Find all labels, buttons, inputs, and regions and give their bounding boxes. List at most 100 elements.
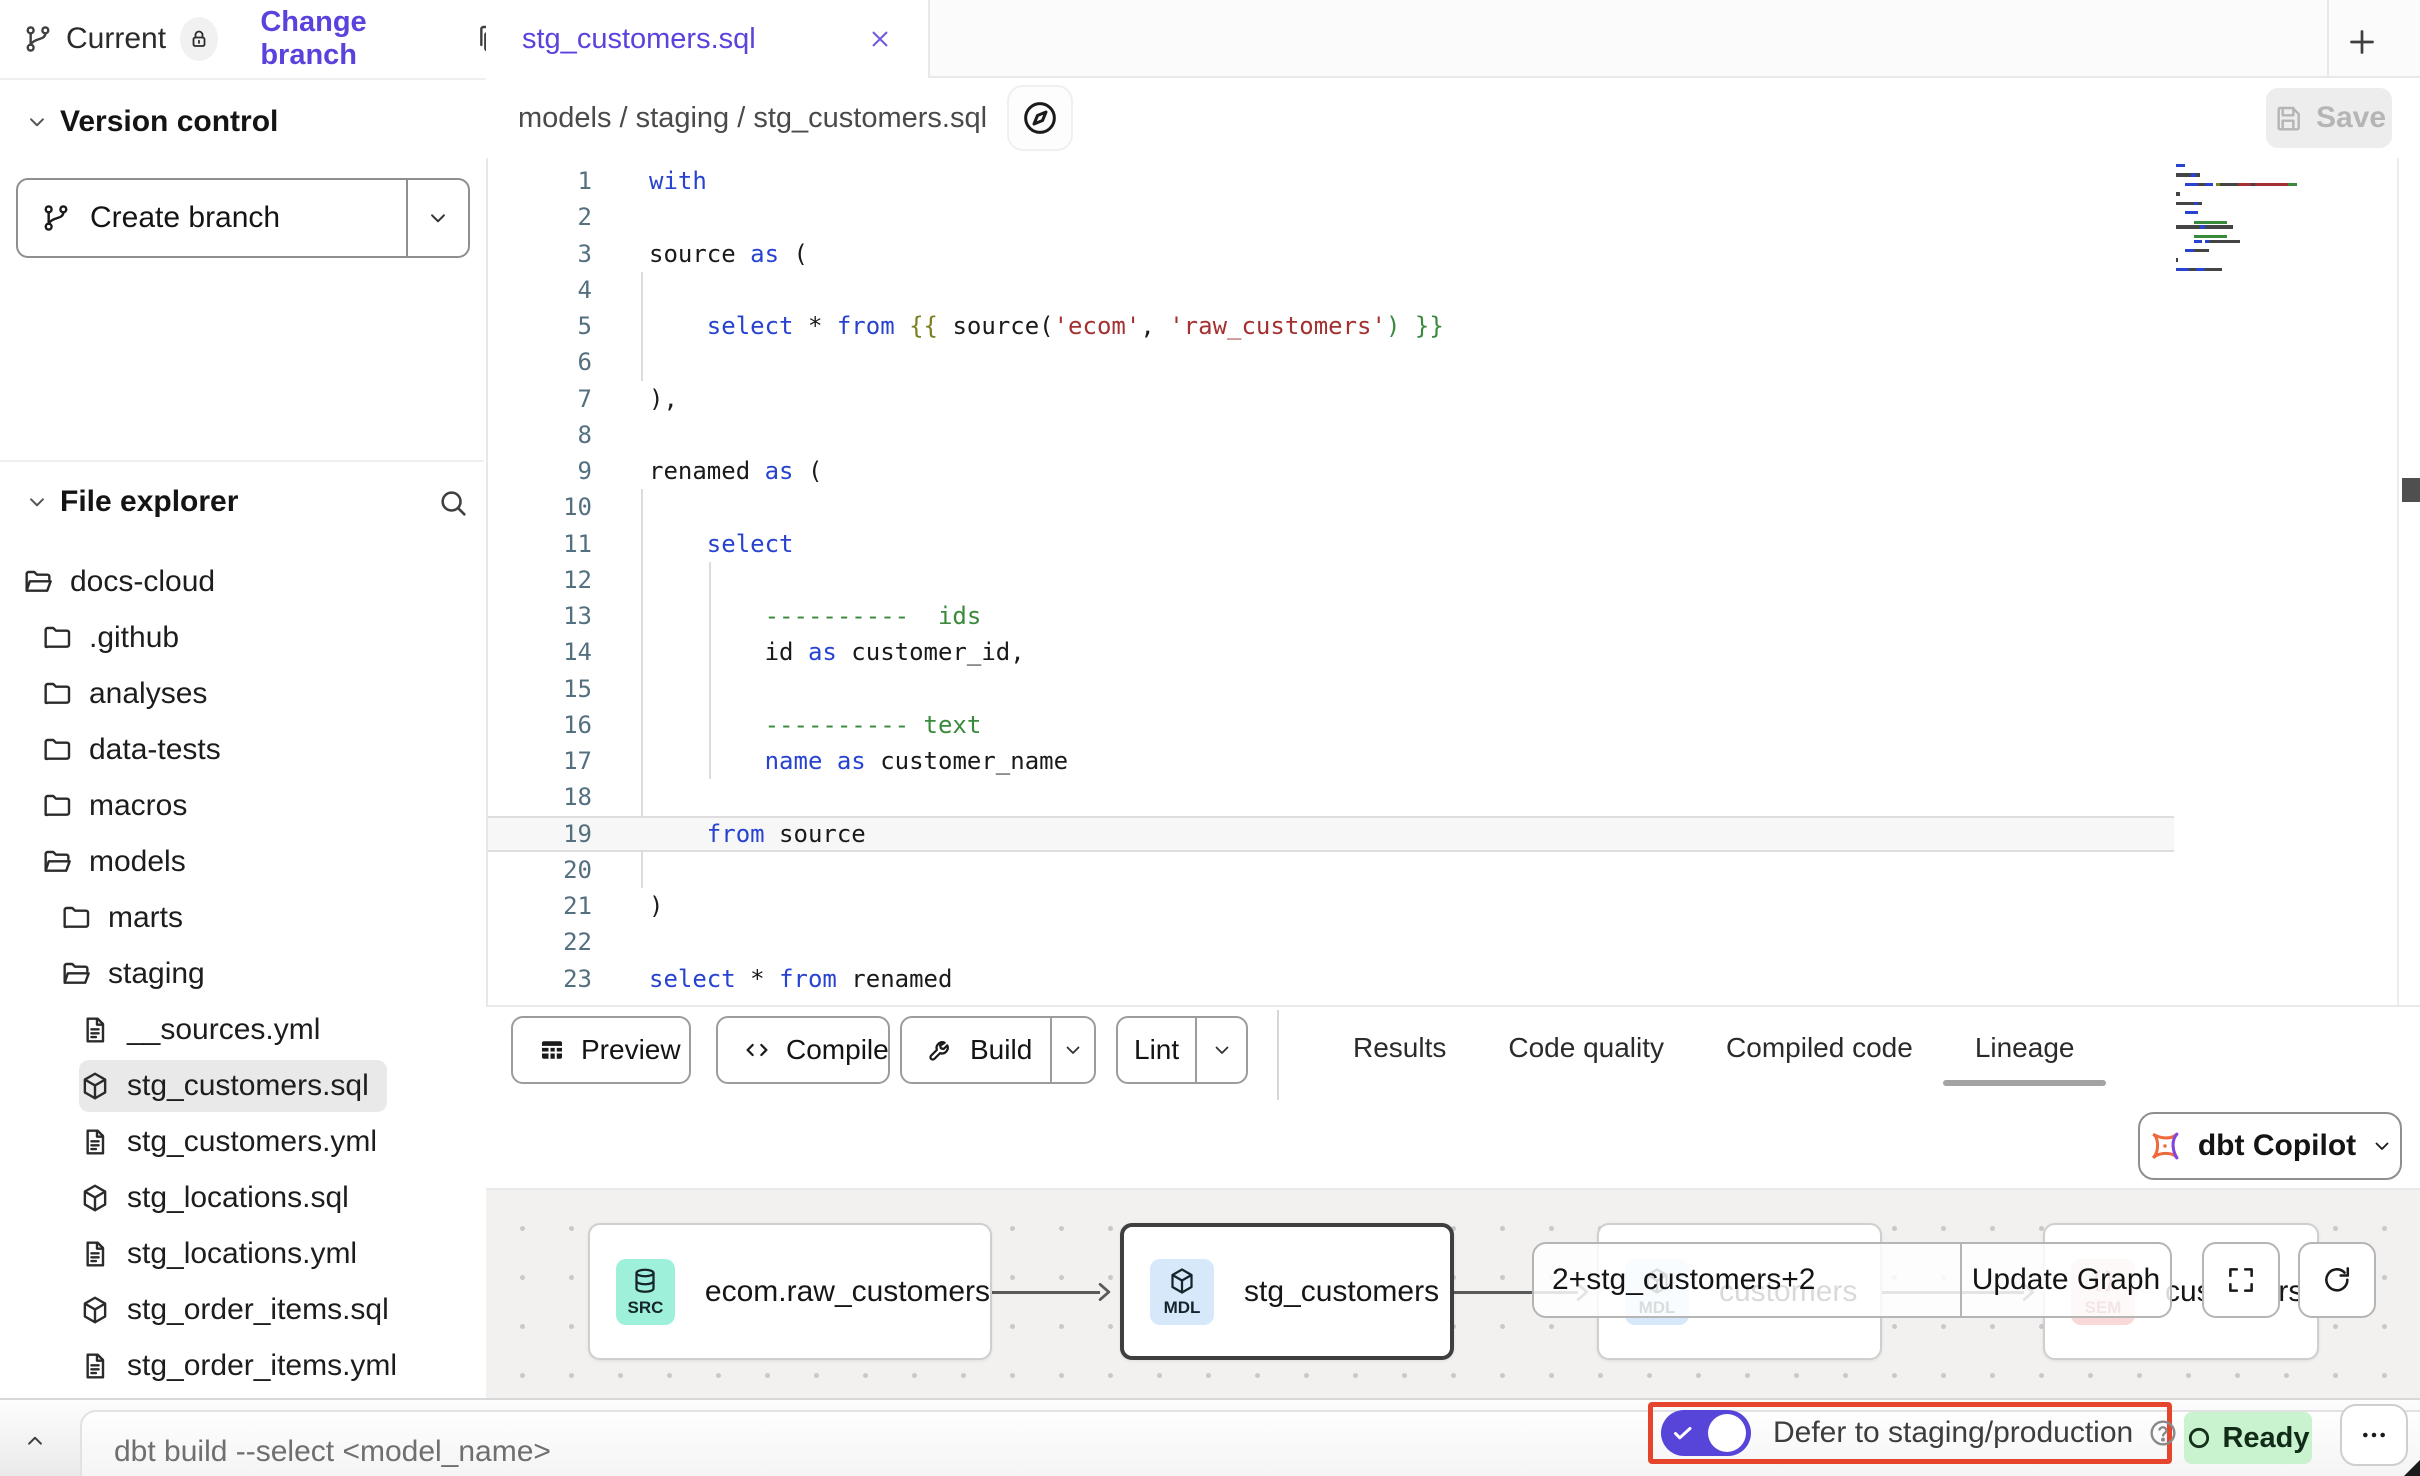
code-line-2[interactable]: 2 xyxy=(488,199,2174,235)
code-line-18[interactable]: 18 xyxy=(488,779,2174,815)
code-editor[interactable]: 1with23source as (45 select * from {{ so… xyxy=(488,158,2420,1005)
copilot-compass-button[interactable] xyxy=(1009,87,1071,149)
code-line-9[interactable]: 9renamed as ( xyxy=(488,453,2174,489)
code-line-10[interactable]: 10 xyxy=(488,489,2174,525)
change-branch-link[interactable]: Change branch xyxy=(260,6,444,72)
tree-item--sources-yml[interactable]: __sources.yml xyxy=(0,1002,484,1058)
arrowhead-icon xyxy=(1098,1282,1111,1302)
lineage-panel[interactable]: SRCecom.raw_customersMDLstg_customersMDL… xyxy=(486,1190,2420,1398)
dbt-copilot-button[interactable]: dbt Copilot xyxy=(2138,1112,2402,1180)
minimap-line xyxy=(2176,268,2222,271)
tree-item-docs-cloud[interactable]: docs-cloud xyxy=(0,554,484,610)
node-label: stg_customers xyxy=(1244,1275,1439,1309)
lineage-selector-input[interactable]: 2+stg_customers+2 xyxy=(1534,1244,1962,1316)
tab-bar xyxy=(930,0,2420,78)
lineage-node-ecom-raw-customers[interactable]: SRCecom.raw_customers xyxy=(588,1223,992,1360)
table-icon xyxy=(537,1035,567,1065)
code-line-4[interactable]: 4 xyxy=(488,272,2174,308)
code-line-7[interactable]: 7), xyxy=(488,381,2174,417)
lineage-node-stg-customers[interactable]: MDLstg_customers xyxy=(1120,1223,1454,1360)
tree-item-stg-customers-yml[interactable]: stg_customers.yml xyxy=(0,1114,484,1170)
panel-tab-compiled-code[interactable]: Compiled code xyxy=(1726,1032,1913,1064)
help-icon[interactable] xyxy=(2147,1417,2179,1449)
defer-label: Defer to staging/production xyxy=(1773,1416,2133,1450)
tab-stg-customers[interactable]: stg_customers.sql xyxy=(486,0,930,78)
chevron-up-icon[interactable] xyxy=(22,1428,48,1454)
update-graph-button[interactable]: Update Graph xyxy=(1962,1244,2170,1316)
compile-label: Compile xyxy=(786,1034,889,1066)
scrollbar-handle[interactable] xyxy=(2402,478,2420,502)
code-line-19[interactable]: 19 from source xyxy=(488,816,2174,852)
file-explorer-header[interactable]: File explorer xyxy=(24,482,238,522)
tree-item-staging[interactable]: staging xyxy=(0,946,484,1002)
dbt-cloud-ide: Current Change branch Version control Cr… xyxy=(0,0,2420,1476)
create-branch-dropdown[interactable] xyxy=(406,180,468,256)
more-options-button[interactable] xyxy=(2340,1404,2408,1466)
code-line-16[interactable]: 16 ---------- text xyxy=(488,707,2174,743)
tree-item-stg-order-items-yml[interactable]: stg_order_items.yml xyxy=(0,1338,484,1394)
code-line-1[interactable]: 1with xyxy=(488,163,2174,199)
minimap[interactable] xyxy=(2176,164,2391,284)
lint-dropdown[interactable] xyxy=(1195,1018,1246,1082)
compile-button[interactable]: Compile xyxy=(716,1016,890,1084)
close-icon[interactable] xyxy=(866,25,894,53)
line-number: 3 xyxy=(488,240,592,268)
folder-icon xyxy=(41,734,73,766)
minimap-line xyxy=(2176,164,2185,167)
code-line-17[interactable]: 17 name as customer_name xyxy=(488,743,2174,779)
tree-item-macros[interactable]: macros xyxy=(0,778,484,834)
tree-item-data-tests[interactable]: data-tests xyxy=(0,722,484,778)
code-line-13[interactable]: 13 ---------- ids xyxy=(488,598,2174,634)
defer-toggle[interactable] xyxy=(1661,1410,1751,1456)
tree-item-label: macros xyxy=(89,789,187,823)
tree-item-stg-locations-yml[interactable]: stg_locations.yml xyxy=(0,1226,484,1282)
refresh-button[interactable] xyxy=(2298,1242,2376,1318)
tree-item-stg-customers-sql[interactable]: stg_customers.sql xyxy=(0,1058,484,1114)
save-button[interactable]: Save xyxy=(2266,88,2392,148)
tree-item-stg-order-items-sql[interactable]: stg_order_items.sql xyxy=(0,1282,484,1338)
tree-item-label: stg_order_items.sql xyxy=(127,1293,389,1327)
build-dropdown[interactable] xyxy=(1050,1018,1094,1082)
panel-tab-code-quality[interactable]: Code quality xyxy=(1508,1032,1664,1064)
model-icon xyxy=(79,1294,111,1326)
panel-tab-lineage[interactable]: Lineage xyxy=(1975,1032,2075,1064)
divider xyxy=(0,460,484,462)
version-control-title: Version control xyxy=(60,105,278,139)
search-icon[interactable] xyxy=(436,486,470,520)
line-number: 5 xyxy=(488,312,592,340)
lint-button[interactable]: Lint xyxy=(1116,1016,1248,1084)
code-line-22[interactable]: 22 xyxy=(488,924,2174,960)
divider xyxy=(2397,158,2399,1005)
version-control-header[interactable]: Version control xyxy=(24,102,278,142)
code-line-20[interactable]: 20 xyxy=(488,852,2174,888)
fullscreen-button[interactable] xyxy=(2202,1242,2280,1318)
tree-item-marts[interactable]: marts xyxy=(0,890,484,946)
code-line-5[interactable]: 5 select * from {{ source('ecom', 'raw_c… xyxy=(488,308,2174,344)
create-branch-button[interactable]: Create branch xyxy=(16,178,470,258)
code-line-14[interactable]: 14 id as customer_id, xyxy=(488,634,2174,670)
line-number: 1 xyxy=(488,167,592,195)
save-icon xyxy=(2272,102,2304,134)
cube-icon xyxy=(1167,1266,1197,1296)
panel-tab-results[interactable]: Results xyxy=(1353,1032,1446,1064)
build-button[interactable]: Build xyxy=(900,1016,1096,1084)
tree-item-analyses[interactable]: analyses xyxy=(0,666,484,722)
code-line-23[interactable]: 23select * from renamed xyxy=(488,961,2174,997)
preview-button[interactable]: Preview xyxy=(511,1016,691,1084)
folder-icon xyxy=(41,678,73,710)
code-line-3[interactable]: 3source as ( xyxy=(488,236,2174,272)
code-line-12[interactable]: 12 xyxy=(488,562,2174,598)
line-number: 12 xyxy=(488,566,592,594)
code-line-11[interactable]: 11 select xyxy=(488,526,2174,562)
code-line-8[interactable]: 8 xyxy=(488,417,2174,453)
line-number: 11 xyxy=(488,530,592,558)
tree-item-stg-locations-sql[interactable]: stg_locations.sql xyxy=(0,1170,484,1226)
code-line-21[interactable]: 21) xyxy=(488,888,2174,924)
code-line-15[interactable]: 15 xyxy=(488,671,2174,707)
line-number: 14 xyxy=(488,638,592,666)
new-tab-button[interactable] xyxy=(2344,24,2380,60)
tree-item--github[interactable]: .github xyxy=(0,610,484,666)
database-icon xyxy=(630,1266,660,1296)
tree-item-models[interactable]: models xyxy=(0,834,484,890)
code-line-6[interactable]: 6 xyxy=(488,344,2174,380)
